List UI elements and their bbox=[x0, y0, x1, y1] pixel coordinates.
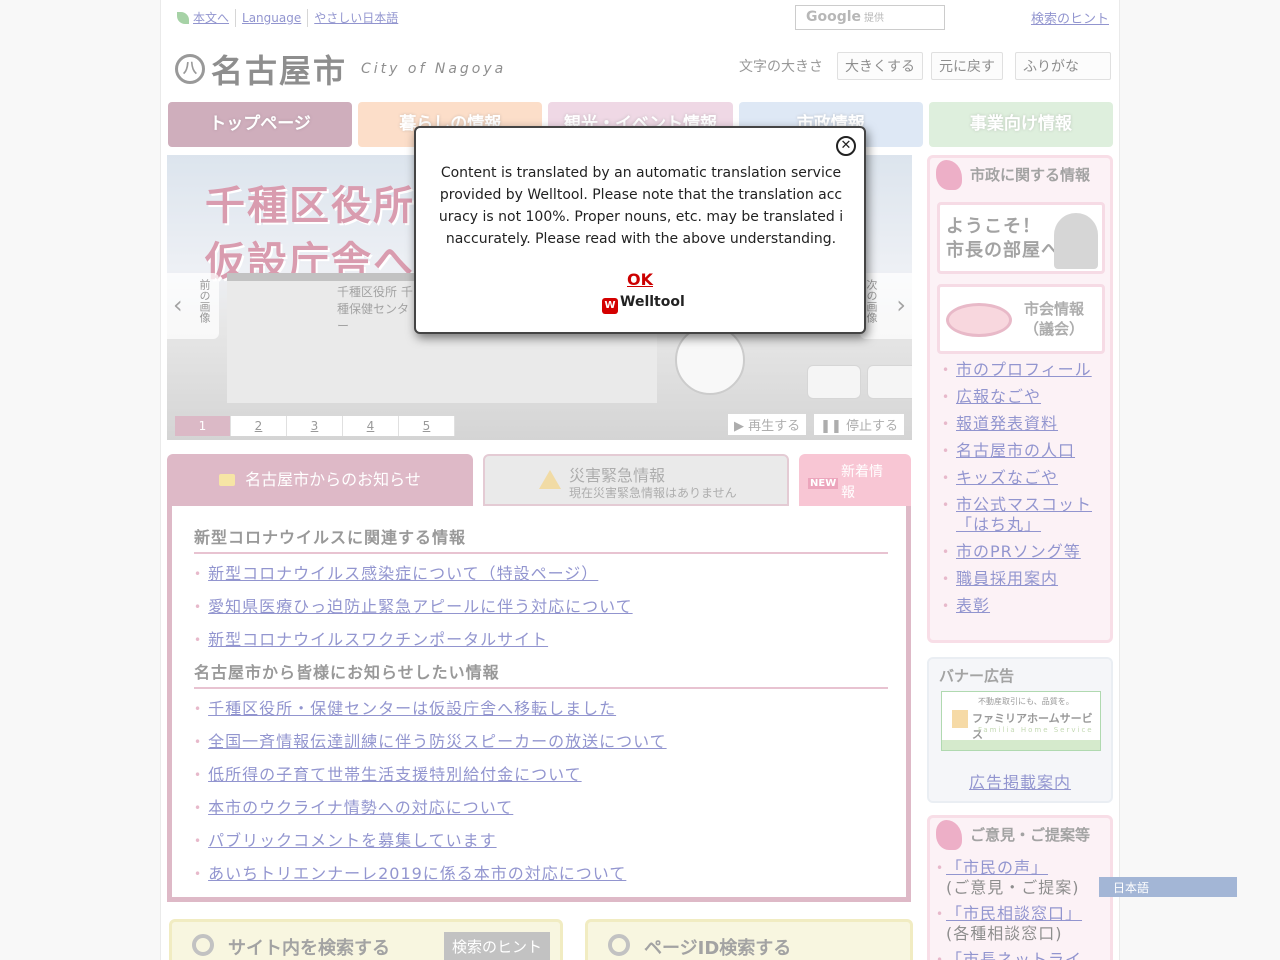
ok-button[interactable]: OK bbox=[416, 270, 864, 289]
language-selector[interactable]: 日本語 bbox=[1099, 877, 1237, 897]
translation-notice-text: Content is translated by an automatic tr… bbox=[438, 165, 844, 247]
welltool-label: Welltool bbox=[620, 294, 685, 310]
welltool-logo: W Welltool bbox=[602, 294, 685, 314]
translation-notice-dialog: ✕ Content is translated by an automatic … bbox=[414, 126, 866, 334]
welltool-icon: W bbox=[602, 298, 618, 314]
close-icon[interactable]: ✕ bbox=[836, 136, 856, 156]
